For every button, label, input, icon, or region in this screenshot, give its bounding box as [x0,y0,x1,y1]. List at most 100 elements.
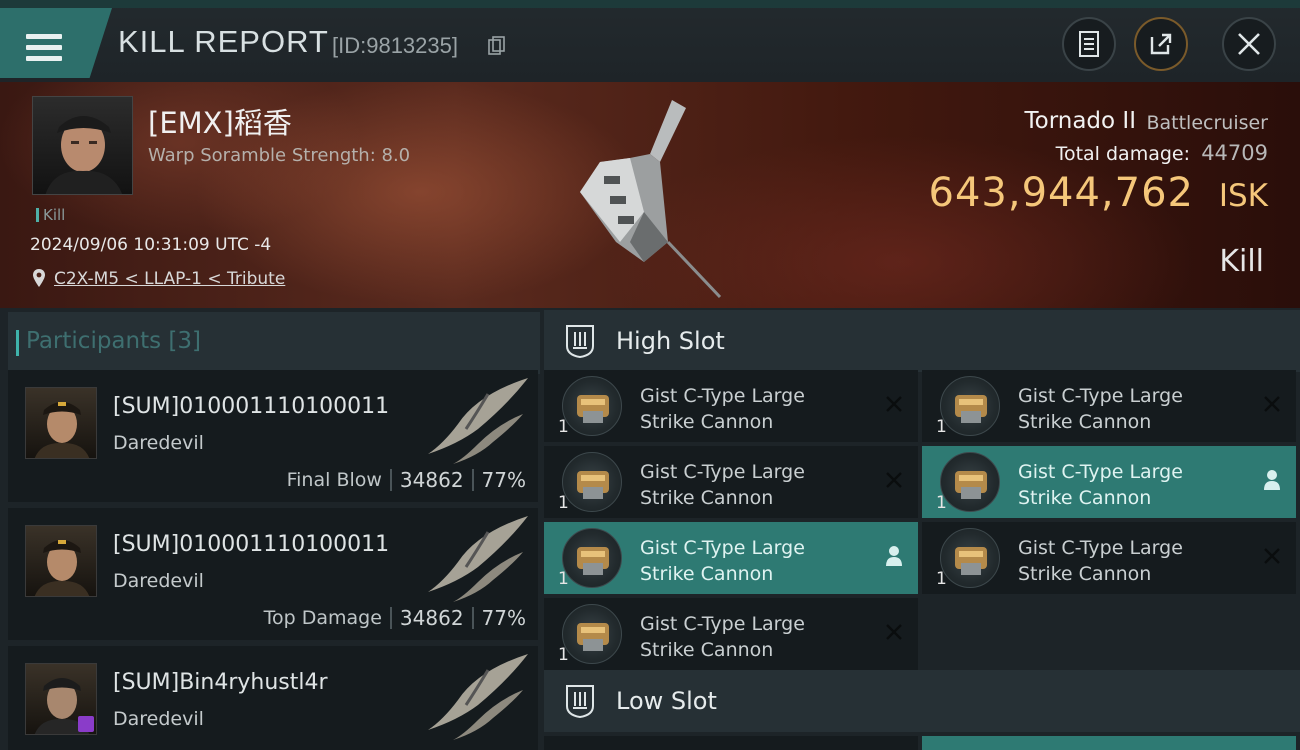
high-slot-header: High Slot [544,310,1300,372]
participants-panel: Participants [3] [SUM]010001110100011 Da… [0,308,540,750]
module-quantity: 1 [558,417,569,437]
module-name: Gist C-Type Large Strike Cannon [1018,385,1183,433]
participant-avatar [25,663,97,735]
destroyed-x-icon [886,624,902,640]
participant-role-label: Final Blow [286,469,382,491]
destroyed-x-icon [886,396,902,412]
dropped-user-icon [1264,470,1280,490]
participant-role-label: Top Damage [263,607,382,629]
victim-ship-class: Battlecruiser [1146,112,1268,134]
warp-scramble-strength: Warp Soramble Strength: 8.0 [148,145,411,166]
module-item[interactable]: 1 Gist C-Type Large Strike Cannon [544,370,918,442]
participant-ship-image [428,516,528,602]
participant-damage: 34862 [399,468,464,492]
module-name: Gist C-Type Large Strike Cannon [1018,461,1183,509]
menu-icon [26,34,62,66]
module-icon [562,604,622,664]
kill-banner: [EMX]稻香 Warp Soramble Strength: 8.0 Kill… [0,82,1300,308]
module-quantity: 1 [558,569,569,589]
module-name: Gist C-Type Large Strike Cannon [1018,537,1183,585]
share-button[interactable] [1134,17,1188,71]
kill-location-link[interactable]: C2X-M5 < LLAP-1 < Tribute [54,269,285,289]
stat-divider [389,469,392,491]
copy-icon[interactable] [488,36,506,56]
victim-pilot-name[interactable]: [EMX]稻香 [148,100,292,142]
destroyed-x-icon [886,472,902,488]
fitting-panel: High Slot 1 Gist C-Type Large Strike Cann… [540,308,1300,750]
location-pin-icon [33,269,45,287]
low-slot-title: Low Slot [616,687,717,715]
module-name: Gist C-Type Large Strike Cannon [640,385,805,433]
victim-ship-name[interactable]: Tornado II [1025,108,1137,134]
module-quantity: 1 [936,493,947,513]
kill-datetime: 2024/09/06 10:31:09 UTC -4 [30,235,272,255]
status-badge [78,716,94,732]
module-item[interactable]: 1 Gist C-Type Large Strike Cannon [922,446,1296,518]
participant-ship-image [428,378,528,464]
module-quantity: 1 [936,569,947,589]
participant-percent: 77% [481,606,526,630]
share-icon [1150,33,1172,55]
slot-low-icon [566,685,594,718]
participant-card[interactable]: [SUM]010001110100011 Daredevil Final Blo… [8,370,538,502]
module-icon [940,452,1000,512]
module-item[interactable]: 1 Gist C-Type Large Strike Cannon [922,370,1296,442]
module-icon [562,528,622,588]
notes-button[interactable] [1062,17,1116,71]
participant-ship: Daredevil [113,570,204,592]
module-icon [562,376,622,436]
high-slot-title: High Slot [616,327,725,355]
participant-avatar [25,525,97,597]
header-bar: KILL REPORT [ID:9813235] [0,0,1300,82]
stat-divider [471,607,474,629]
total-damage-value: 44709 [1201,141,1268,165]
module-item[interactable]: 1 Gist C-Type Large Strike Cannon [544,598,918,670]
participant-card[interactable]: [SUM]Bin4ryhustl4r Daredevil [8,646,538,750]
module-name: Gist C-Type Large Strike Cannon [640,613,805,661]
module-item[interactable]: 1 Gist C-Type Large Strike Cannon [544,446,918,518]
participants-header: Participants [3] [8,312,540,374]
module-item-partial[interactable] [922,736,1296,750]
participant-avatar [25,387,97,459]
participant-stats: Top Damage 34862 77% [264,606,526,630]
total-damage-label: Total damage: [1055,143,1190,165]
isk-unit: ISK [1218,178,1268,214]
report-id: [ID:9813235] [332,33,458,58]
close-icon [1238,33,1260,55]
module-item[interactable]: 1 Gist C-Type Large Strike Cannon [544,522,918,594]
participant-card[interactable]: [SUM]010001110100011 Daredevil Top Damag… [8,508,538,640]
participants-title: Participants [3] [16,328,201,356]
participant-name[interactable]: [SUM]Bin4ryhustl4r [113,670,328,695]
participant-stats: Final Blow 34862 77% [287,468,526,492]
participant-damage: 34862 [399,606,464,630]
module-quantity: 1 [558,493,569,513]
kill-tag: Kill [36,206,65,224]
kill-result: Kill [1219,244,1264,279]
low-slot-header: Low Slot [544,670,1300,732]
slot-high-icon [566,325,594,358]
module-quantity: 1 [936,417,947,437]
destroyed-x-icon [1264,548,1280,564]
module-item-partial[interactable] [544,736,918,750]
dropped-user-icon [886,546,902,566]
close-button[interactable] [1222,17,1276,71]
module-quantity: 1 [558,645,569,665]
participant-ship: Daredevil [113,432,204,454]
module-icon [940,528,1000,588]
participant-ship-image [428,654,528,740]
participant-name[interactable]: [SUM]010001110100011 [113,394,389,419]
participant-ship: Daredevil [113,708,204,730]
destroyed-x-icon [1264,396,1280,412]
victim-ship-image [580,100,722,299]
menu-button[interactable] [0,8,112,78]
victim-portrait[interactable] [32,96,133,195]
notes-icon [1079,31,1099,57]
module-icon [562,452,622,512]
module-name: Gist C-Type Large Strike Cannon [640,537,805,585]
participant-name[interactable]: [SUM]010001110100011 [113,532,389,557]
isk-value: 643,944,762 [928,170,1194,216]
header-accent-line [0,0,1300,8]
module-name: Gist C-Type Large Strike Cannon [640,461,805,509]
page-title: KILL REPORT [118,24,329,59]
module-item[interactable]: 1 Gist C-Type Large Strike Cannon [922,522,1296,594]
